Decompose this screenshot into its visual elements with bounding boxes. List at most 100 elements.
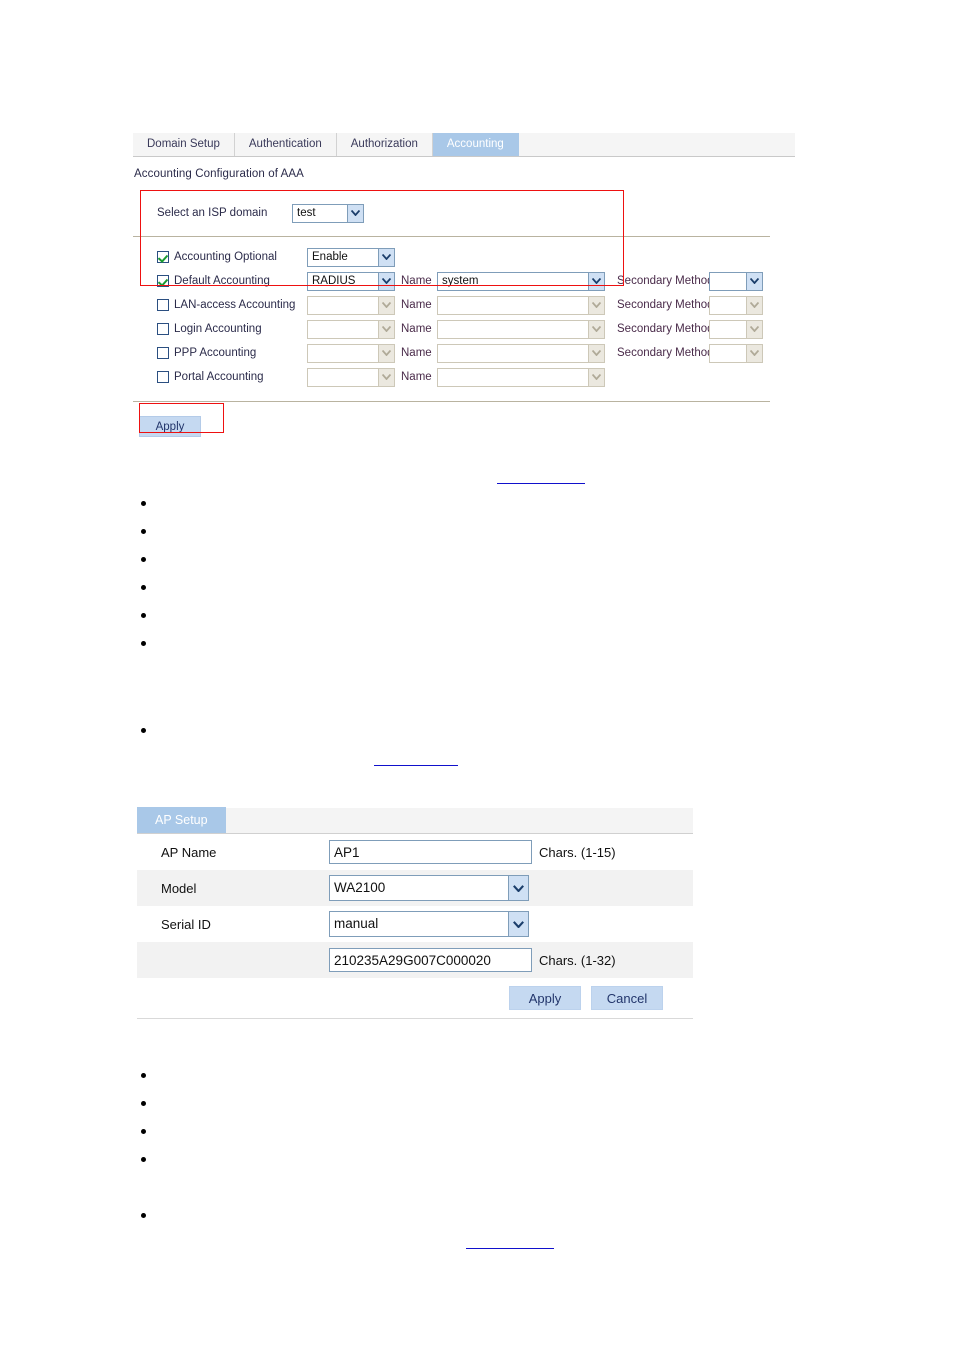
portal-accounting-name-select bbox=[437, 367, 605, 387]
list-item bbox=[141, 1157, 146, 1162]
chevron-down-icon bbox=[378, 248, 394, 266]
bullet-list-upper bbox=[133, 498, 733, 658]
acct-row-default-accounting: Default Accounting RADIUS Name system Se… bbox=[157, 269, 795, 293]
chevron-down-icon bbox=[588, 296, 604, 314]
divider-bottom bbox=[133, 401, 770, 402]
default-accounting-label: Default Accounting bbox=[174, 275, 270, 287]
list-item bbox=[141, 585, 146, 590]
acct-row-lan-access-accounting: LAN-access Accounting Name Secondary Met… bbox=[157, 293, 795, 317]
divider-top bbox=[133, 236, 770, 237]
ap-serial-id-input[interactable]: 210235A29G007C000020 bbox=[329, 948, 532, 972]
list-item bbox=[141, 641, 146, 646]
login-accounting-checkbox[interactable] bbox=[157, 323, 169, 335]
ppp-accounting-name-label: Name bbox=[401, 347, 432, 359]
bullet-list-upper-extra bbox=[133, 725, 733, 745]
list-item bbox=[141, 1213, 146, 1218]
acct-row-login-accounting: Login Accounting Name Secondary Method bbox=[157, 317, 795, 341]
default-accounting-checkbox-cell[interactable]: Default Accounting bbox=[157, 275, 307, 287]
tab-ap-setup[interactable]: AP Setup bbox=[137, 807, 226, 833]
chevron-down-icon bbox=[347, 204, 363, 222]
lan-access-accounting-secondary-select bbox=[709, 295, 763, 315]
list-item bbox=[141, 1129, 146, 1134]
default-accounting-name-select[interactable]: system bbox=[437, 271, 605, 291]
ap-serial-value-row: 210235A29G007C000020 Chars. (1-32) bbox=[137, 942, 693, 978]
ppp-accounting-checkbox[interactable] bbox=[157, 347, 169, 359]
login-accounting-name-label: Name bbox=[401, 323, 432, 335]
accounting-optional-method-select[interactable]: Enable bbox=[307, 247, 395, 267]
aaa-form-area: Select an ISP domain test Accounting Opt… bbox=[133, 198, 795, 437]
ap-serial-row: Serial ID manual bbox=[137, 906, 693, 942]
isp-domain-select[interactable]: test bbox=[292, 203, 364, 223]
default-accounting-secondary-label: Secondary Method bbox=[617, 275, 714, 287]
ap-serial-label: Serial ID bbox=[161, 916, 211, 932]
ppp-accounting-secondary-label: Secondary Method bbox=[617, 347, 714, 359]
login-accounting-label: Login Accounting bbox=[174, 323, 262, 335]
aaa-accounting-panel: Domain Setup Authentication Authorizatio… bbox=[133, 133, 795, 437]
accounting-optional-label: Accounting Optional bbox=[174, 251, 277, 263]
chevron-down-icon bbox=[588, 344, 604, 362]
ap-apply-button[interactable]: Apply bbox=[509, 986, 581, 1010]
isp-domain-label: Select an ISP domain bbox=[157, 207, 268, 219]
lan-access-accounting-checkbox[interactable] bbox=[157, 299, 169, 311]
chevron-down-icon bbox=[378, 368, 394, 386]
bullet-list-lower-extra bbox=[133, 1210, 733, 1230]
chevron-down-icon bbox=[378, 344, 394, 362]
isp-domain-row: Select an ISP domain test bbox=[157, 198, 795, 228]
lan-access-accounting-method-select bbox=[307, 295, 395, 315]
tab-authorization[interactable]: Authorization bbox=[336, 133, 433, 156]
aaa-tabbar: Domain Setup Authentication Authorizatio… bbox=[133, 133, 795, 157]
list-item bbox=[141, 728, 146, 733]
chevron-down-icon bbox=[746, 320, 762, 338]
ap-name-row: AP Name AP1 Chars. (1-15) bbox=[137, 834, 693, 870]
lan-access-accounting-checkbox-cell[interactable]: LAN-access Accounting bbox=[157, 299, 307, 311]
ap-model-label: Model bbox=[161, 880, 197, 896]
tab-domain-setup[interactable]: Domain Setup bbox=[133, 133, 235, 156]
default-accounting-method-value: RADIUS bbox=[312, 274, 356, 287]
ap-model-row: Model WA2100 bbox=[137, 870, 693, 906]
chevron-down-icon bbox=[378, 272, 394, 290]
ap-name-label: AP Name bbox=[161, 844, 217, 860]
chevron-down-icon bbox=[508, 912, 528, 936]
lan-access-accounting-secondary-label: Secondary Method bbox=[617, 299, 714, 311]
cross-reference-link-bottom[interactable] bbox=[466, 1248, 554, 1249]
lan-access-accounting-name-label: Name bbox=[401, 299, 432, 311]
portal-accounting-label: Portal Accounting bbox=[174, 371, 264, 383]
ppp-accounting-checkbox-cell[interactable]: PPP Accounting bbox=[157, 347, 307, 359]
list-item bbox=[141, 557, 146, 562]
acct-row-accounting-optional: Accounting Optional Enable bbox=[157, 245, 795, 269]
login-accounting-checkbox-cell[interactable]: Login Accounting bbox=[157, 323, 307, 335]
ap-setup-tabbar: AP Setup bbox=[137, 807, 693, 834]
tab-accounting[interactable]: Accounting bbox=[432, 133, 519, 156]
ap-serial-mode-select[interactable]: manual bbox=[329, 911, 529, 937]
cross-reference-link-middle[interactable] bbox=[374, 765, 458, 766]
ppp-accounting-secondary-select bbox=[709, 343, 763, 363]
list-item bbox=[141, 613, 146, 618]
list-item bbox=[141, 1101, 146, 1106]
cross-reference-link-top[interactable] bbox=[497, 483, 585, 484]
chevron-down-icon bbox=[588, 272, 604, 290]
ap-name-input[interactable]: AP1 bbox=[329, 840, 532, 864]
portal-accounting-checkbox[interactable] bbox=[157, 371, 169, 383]
default-accounting-secondary-select[interactable] bbox=[709, 271, 763, 291]
login-accounting-method-select bbox=[307, 319, 395, 339]
list-item bbox=[141, 501, 146, 506]
default-accounting-method-select[interactable]: RADIUS bbox=[307, 271, 395, 291]
portal-accounting-checkbox-cell[interactable]: Portal Accounting bbox=[157, 371, 307, 383]
chevron-down-icon bbox=[588, 320, 604, 338]
accounting-optional-checkbox-cell[interactable]: Accounting Optional bbox=[157, 251, 307, 263]
chevron-down-icon bbox=[746, 272, 762, 290]
chevron-down-icon bbox=[746, 296, 762, 314]
chevron-down-icon bbox=[378, 296, 394, 314]
ap-serial-mode-value: manual bbox=[334, 916, 379, 931]
ppp-accounting-label: PPP Accounting bbox=[174, 347, 257, 359]
acct-row-ppp-accounting: PPP Accounting Name Secondary Method bbox=[157, 341, 795, 365]
aaa-apply-button[interactable]: Apply bbox=[139, 416, 201, 437]
tabbar-filler bbox=[518, 133, 795, 156]
ap-cancel-button[interactable]: Cancel bbox=[591, 986, 663, 1010]
default-accounting-checkbox[interactable] bbox=[157, 275, 169, 287]
ap-setup-panel: AP Setup AP Name AP1 Chars. (1-15) Model… bbox=[137, 807, 693, 1019]
tab-authentication[interactable]: Authentication bbox=[234, 133, 337, 156]
ap-serial-hint: Chars. (1-32) bbox=[539, 952, 616, 968]
ap-model-select[interactable]: WA2100 bbox=[329, 875, 529, 901]
accounting-optional-checkbox[interactable] bbox=[157, 251, 169, 263]
